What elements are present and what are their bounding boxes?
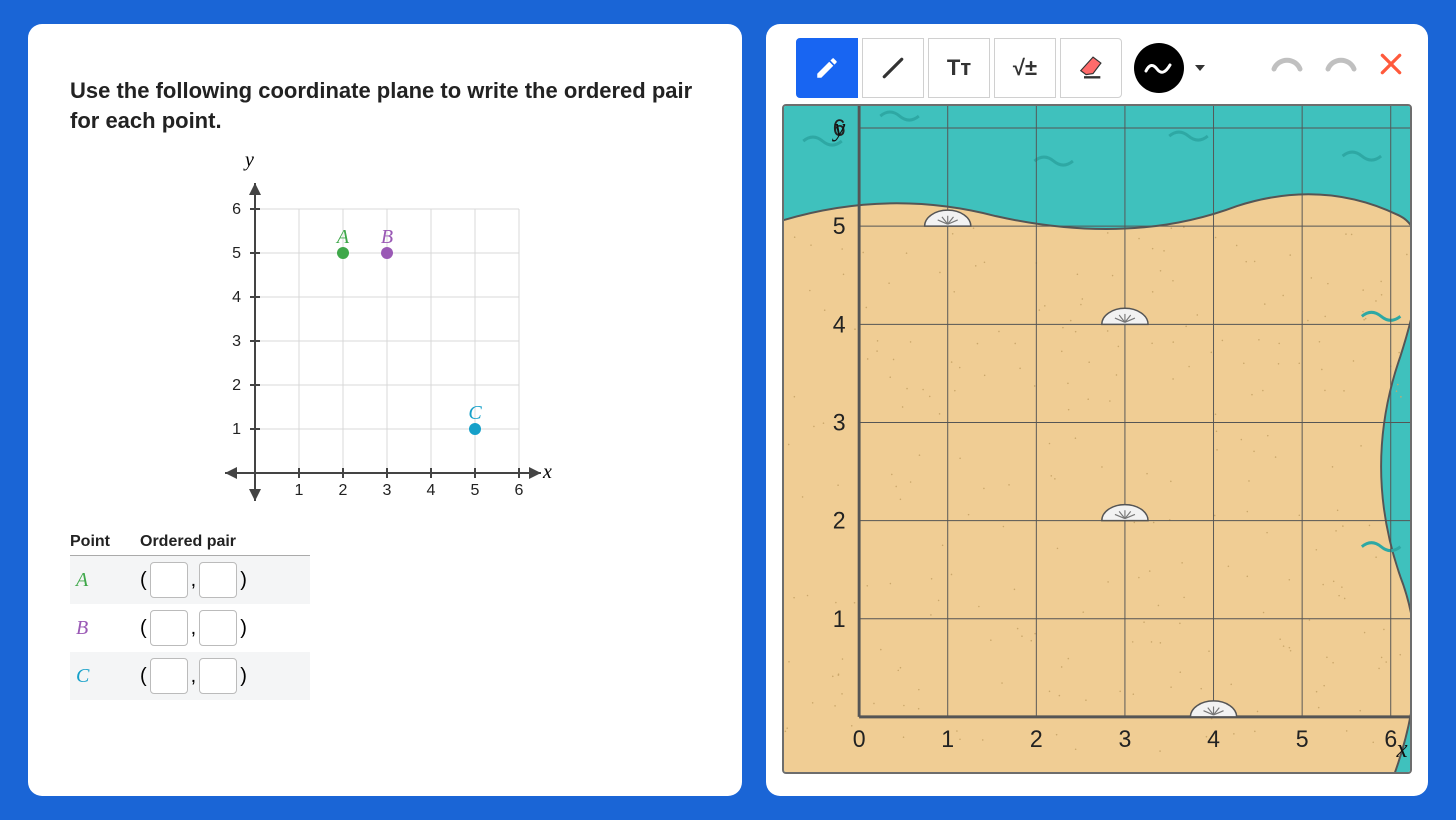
point-label-C: C [468,402,482,424]
pencil-tool[interactable] [796,38,858,98]
scratch-x-tick-5: 5 [1296,726,1309,753]
redo-icon [1324,53,1358,79]
scratch-x-tick-4: 4 [1207,726,1220,753]
drawing-toolbar: Tᴛ √± [796,38,1412,98]
close-icon [1378,51,1404,77]
coordinate-plane: 123456123456ABC y x [70,153,700,513]
input-C-x[interactable] [150,658,188,694]
chevron-down-icon [1192,60,1208,76]
scratchpad-canvas[interactable]: 0123456123456yx [782,104,1412,774]
point-label-B: B [381,226,393,248]
x-axis-label: x [543,461,552,484]
scratch-x-tick-1: 1 [941,726,954,753]
scratch-x-tick-6: 6 [1384,726,1397,753]
answer-table-header: Point Ordered pair [70,533,310,556]
line-icon [878,53,908,83]
answer-row-B: B(,) [70,604,310,652]
input-B-y[interactable] [199,610,237,646]
x-tick-4: 4 [427,482,436,499]
close-button[interactable] [1378,51,1404,85]
x-tick-1: 1 [295,482,304,499]
scratch-y-tick-1: 1 [833,605,846,632]
scratch-x-tick-3: 3 [1119,726,1132,753]
math-tool[interactable]: √± [994,38,1056,98]
y-tick-6: 6 [232,201,241,218]
line-tool[interactable] [862,38,924,98]
y-tick-3: 3 [232,333,241,350]
eraser-icon [1077,54,1105,82]
row-label-A: A [76,569,140,592]
svg-text:y: y [831,113,846,143]
row-label-B: B [76,617,140,640]
redo-button[interactable] [1324,53,1358,84]
x-tick-3: 3 [383,482,392,499]
scratch-y-tick-3: 3 [833,409,846,436]
y-tick-2: 2 [232,377,241,394]
header-pair: Ordered pair [140,533,236,551]
question-text: Use the following coordinate plane to wr… [70,76,700,135]
x-tick-6: 6 [515,482,524,499]
scratch-x-tick-0: 0 [853,726,866,753]
pencil-icon [814,55,840,81]
color-picker[interactable] [1134,43,1184,93]
plot-area: 123456123456ABC y x [195,153,575,513]
input-A-x[interactable] [150,562,188,598]
point-A [337,247,349,259]
scratch-y-tick-4: 4 [833,311,846,338]
text-tool[interactable]: Tᴛ [928,38,990,98]
scratch-y-tick-2: 2 [833,507,846,534]
row-label-C: C [76,665,140,688]
point-B [381,247,393,259]
input-C-y[interactable] [199,658,237,694]
undo-icon [1270,53,1304,79]
answer-row-C: C(,) [70,652,310,700]
coord-plane-svg: 1 2 3 4 5 6 1 2 3 4 5 6 A B C [195,153,575,513]
text-icon: Tᴛ [947,55,971,81]
scratch-x-tick-2: 2 [1030,726,1043,753]
svg-text:x: x [1396,734,1409,764]
question-panel: Use the following coordinate plane to wr… [28,24,742,796]
y-tick-5: 5 [232,245,241,262]
answer-row-A: A(,) [70,556,310,604]
eraser-tool[interactable] [1060,38,1122,98]
input-B-x[interactable] [150,610,188,646]
y-tick-1: 1 [232,421,241,438]
point-label-A: A [335,226,350,248]
x-tick-5: 5 [471,482,480,499]
y-tick-4: 4 [232,289,241,306]
undo-button[interactable] [1270,53,1304,84]
point-C [469,423,481,435]
math-icon: √± [1013,55,1037,81]
input-A-y[interactable] [199,562,237,598]
scratchpad-svg: 0123456123456yx [784,106,1410,772]
scratch-y-tick-5: 5 [833,213,846,240]
header-point: Point [70,533,140,551]
color-dropdown[interactable] [1192,60,1208,76]
squiggle-icon [1144,57,1174,79]
answer-table: Point Ordered pair A(,)B(,)C(,) [70,533,310,700]
x-tick-2: 2 [339,482,348,499]
y-axis-label: y [245,149,254,172]
scratchpad-panel: Tᴛ √± 0123456123456yx [766,24,1428,796]
